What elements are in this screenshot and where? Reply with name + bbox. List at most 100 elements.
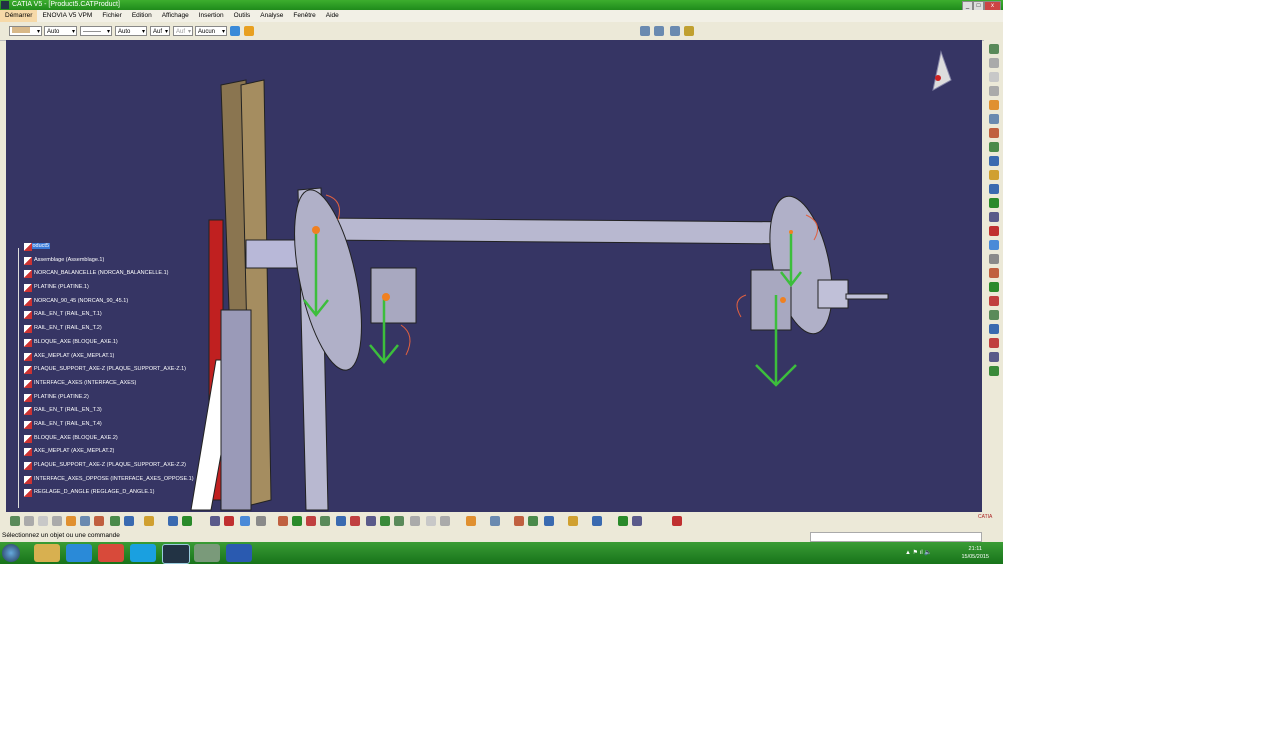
- tree-item[interactable]: INTERFACE_AXES_OPPOSE (INTERFACE_AXES_OP…: [14, 473, 194, 487]
- clock[interactable]: 21:11 15/05/2015: [961, 545, 989, 561]
- line-type-select[interactable]: ———: [80, 26, 112, 37]
- tool-icon[interactable]: [144, 516, 154, 526]
- tree-item[interactable]: RAIL_EN_T (RAIL_EN_T.1): [14, 308, 194, 322]
- render-style-select[interactable]: Auf: [173, 26, 193, 37]
- snap-icon[interactable]: [654, 26, 664, 36]
- menu-enovia[interactable]: ENOVIA V5 VPM: [37, 10, 97, 22]
- tool-icon[interactable]: [366, 516, 376, 526]
- tool-icon[interactable]: [394, 516, 404, 526]
- tool-icon[interactable]: [989, 352, 999, 362]
- tool-icon[interactable]: [989, 170, 999, 180]
- tool-icon[interactable]: [592, 516, 602, 526]
- tool-icon[interactable]: [989, 114, 999, 124]
- ie-taskbar-icon[interactable]: [66, 544, 92, 562]
- tool-icon[interactable]: [989, 310, 999, 320]
- tool-icon[interactable]: [989, 296, 999, 306]
- tool-icon[interactable]: [240, 516, 250, 526]
- tool-icon[interactable]: [989, 366, 999, 376]
- move-icon[interactable]: [640, 26, 650, 36]
- color-select[interactable]: [9, 26, 42, 37]
- 3d-viewport[interactable]: Product5 Assemblage (Assemblage.1) NORCAN…: [6, 40, 982, 512]
- tool-icon[interactable]: [989, 58, 999, 68]
- tool-icon[interactable]: [292, 516, 302, 526]
- tool-icon[interactable]: [426, 516, 436, 526]
- tool-icon[interactable]: [989, 100, 999, 110]
- tool-icon[interactable]: [989, 282, 999, 292]
- tool-icon[interactable]: [989, 142, 999, 152]
- tool-icon[interactable]: [568, 516, 578, 526]
- menu-edition[interactable]: Edition: [127, 10, 157, 22]
- tool-icon[interactable]: [278, 516, 288, 526]
- tool-icon[interactable]: [94, 516, 104, 526]
- tool-icon[interactable]: [182, 516, 192, 526]
- tree-item[interactable]: INTERFACE_AXES (INTERFACE_AXES): [14, 377, 194, 391]
- tool-icon[interactable]: [466, 516, 476, 526]
- tree-item[interactable]: BLOQUE_AXE (BLOQUE_AXE.2): [14, 432, 194, 446]
- tool-icon[interactable]: [618, 516, 628, 526]
- tool-icon[interactable]: [989, 324, 999, 334]
- menu-demarrer[interactable]: Démarrer: [0, 10, 38, 22]
- tool-icon[interactable]: [336, 516, 346, 526]
- tool-icon[interactable]: [66, 516, 76, 526]
- tool-icon[interactable]: [632, 516, 642, 526]
- tree-item[interactable]: REGLAGE_D_ANGLE (REGLAGE_D_ANGLE.1): [14, 486, 194, 500]
- explode-icon[interactable]: [670, 26, 680, 36]
- tool-icon[interactable]: [410, 516, 420, 526]
- tool-icon[interactable]: [989, 44, 999, 54]
- tool-icon[interactable]: [124, 516, 134, 526]
- tree-item[interactable]: Assemblage (Assemblage.1): [14, 254, 194, 268]
- manipulation-icon[interactable]: [684, 26, 694, 36]
- menu-analyse[interactable]: Analyse: [255, 10, 288, 22]
- tool-icon[interactable]: [10, 516, 20, 526]
- tool-icon[interactable]: [989, 268, 999, 278]
- tool-icon[interactable]: [989, 212, 999, 222]
- catia-taskbar-icon[interactable]: [162, 544, 190, 564]
- tool-icon[interactable]: [989, 128, 999, 138]
- menu-aide[interactable]: Aide: [321, 10, 344, 22]
- graphic-properties-icon[interactable]: [244, 26, 254, 36]
- tool-icon[interactable]: [544, 516, 554, 526]
- tool-icon[interactable]: [380, 516, 390, 526]
- explorer-taskbar-icon[interactable]: [34, 544, 60, 562]
- start-button[interactable]: [2, 544, 20, 562]
- tool-icon[interactable]: [80, 516, 90, 526]
- tool-icon[interactable]: [989, 240, 999, 250]
- tool-icon[interactable]: [306, 516, 316, 526]
- skype-taskbar-icon[interactable]: [130, 544, 156, 562]
- tree-root[interactable]: Product5: [14, 240, 194, 254]
- tool-icon[interactable]: [350, 516, 360, 526]
- tool-icon[interactable]: [256, 516, 266, 526]
- line-weight-select[interactable]: Auto: [115, 26, 147, 37]
- tool-icon[interactable]: [989, 72, 999, 82]
- compass-icon[interactable]: [932, 50, 952, 91]
- tree-item[interactable]: RAIL_EN_T (RAIL_EN_T.3): [14, 404, 194, 418]
- menu-fenetre[interactable]: Fenêtre: [288, 10, 320, 22]
- tool-icon[interactable]: [224, 516, 234, 526]
- tool-icon[interactable]: [24, 516, 34, 526]
- tool-icon[interactable]: [168, 516, 178, 526]
- word-taskbar-icon[interactable]: [226, 544, 252, 562]
- tree-item[interactable]: RAIL_EN_T (RAIL_EN_T.4): [14, 418, 194, 432]
- transparency-select[interactable]: Auto: [44, 26, 77, 37]
- tree-item[interactable]: PLATINE (PLATINE.1): [14, 281, 194, 295]
- tool-icon[interactable]: [490, 516, 500, 526]
- tool-icon[interactable]: [989, 254, 999, 264]
- tree-item[interactable]: PLATINE (PLATINE.2): [14, 391, 194, 405]
- tool-icon[interactable]: [320, 516, 330, 526]
- tool-icon[interactable]: [110, 516, 120, 526]
- tool-icon[interactable]: [989, 156, 999, 166]
- tool-icon[interactable]: [38, 516, 48, 526]
- tree-item[interactable]: PLAQUE_SUPPORT_AXE-Z (PLAQUE_SUPPORT_AXE…: [14, 363, 194, 377]
- system-tray[interactable]: ▲ ⚑ ıl 🔈: [905, 549, 932, 556]
- menu-affichage[interactable]: Affichage: [157, 10, 194, 22]
- point-type-select[interactable]: Auf: [150, 26, 170, 37]
- command-input[interactable]: [810, 532, 982, 542]
- tool-icon[interactable]: [52, 516, 62, 526]
- tool-icon[interactable]: [672, 516, 682, 526]
- tree-item[interactable]: RAIL_EN_T (RAIL_EN_T.2): [14, 322, 194, 336]
- tool-icon[interactable]: [514, 516, 524, 526]
- tool-icon[interactable]: [989, 184, 999, 194]
- tree-item[interactable]: BLOQUE_AXE (BLOQUE_AXE.1): [14, 336, 194, 350]
- tree-item[interactable]: AXE_MEPLAT (AXE_MEPLAT.2): [14, 445, 194, 459]
- menu-outils[interactable]: Outils: [229, 10, 256, 22]
